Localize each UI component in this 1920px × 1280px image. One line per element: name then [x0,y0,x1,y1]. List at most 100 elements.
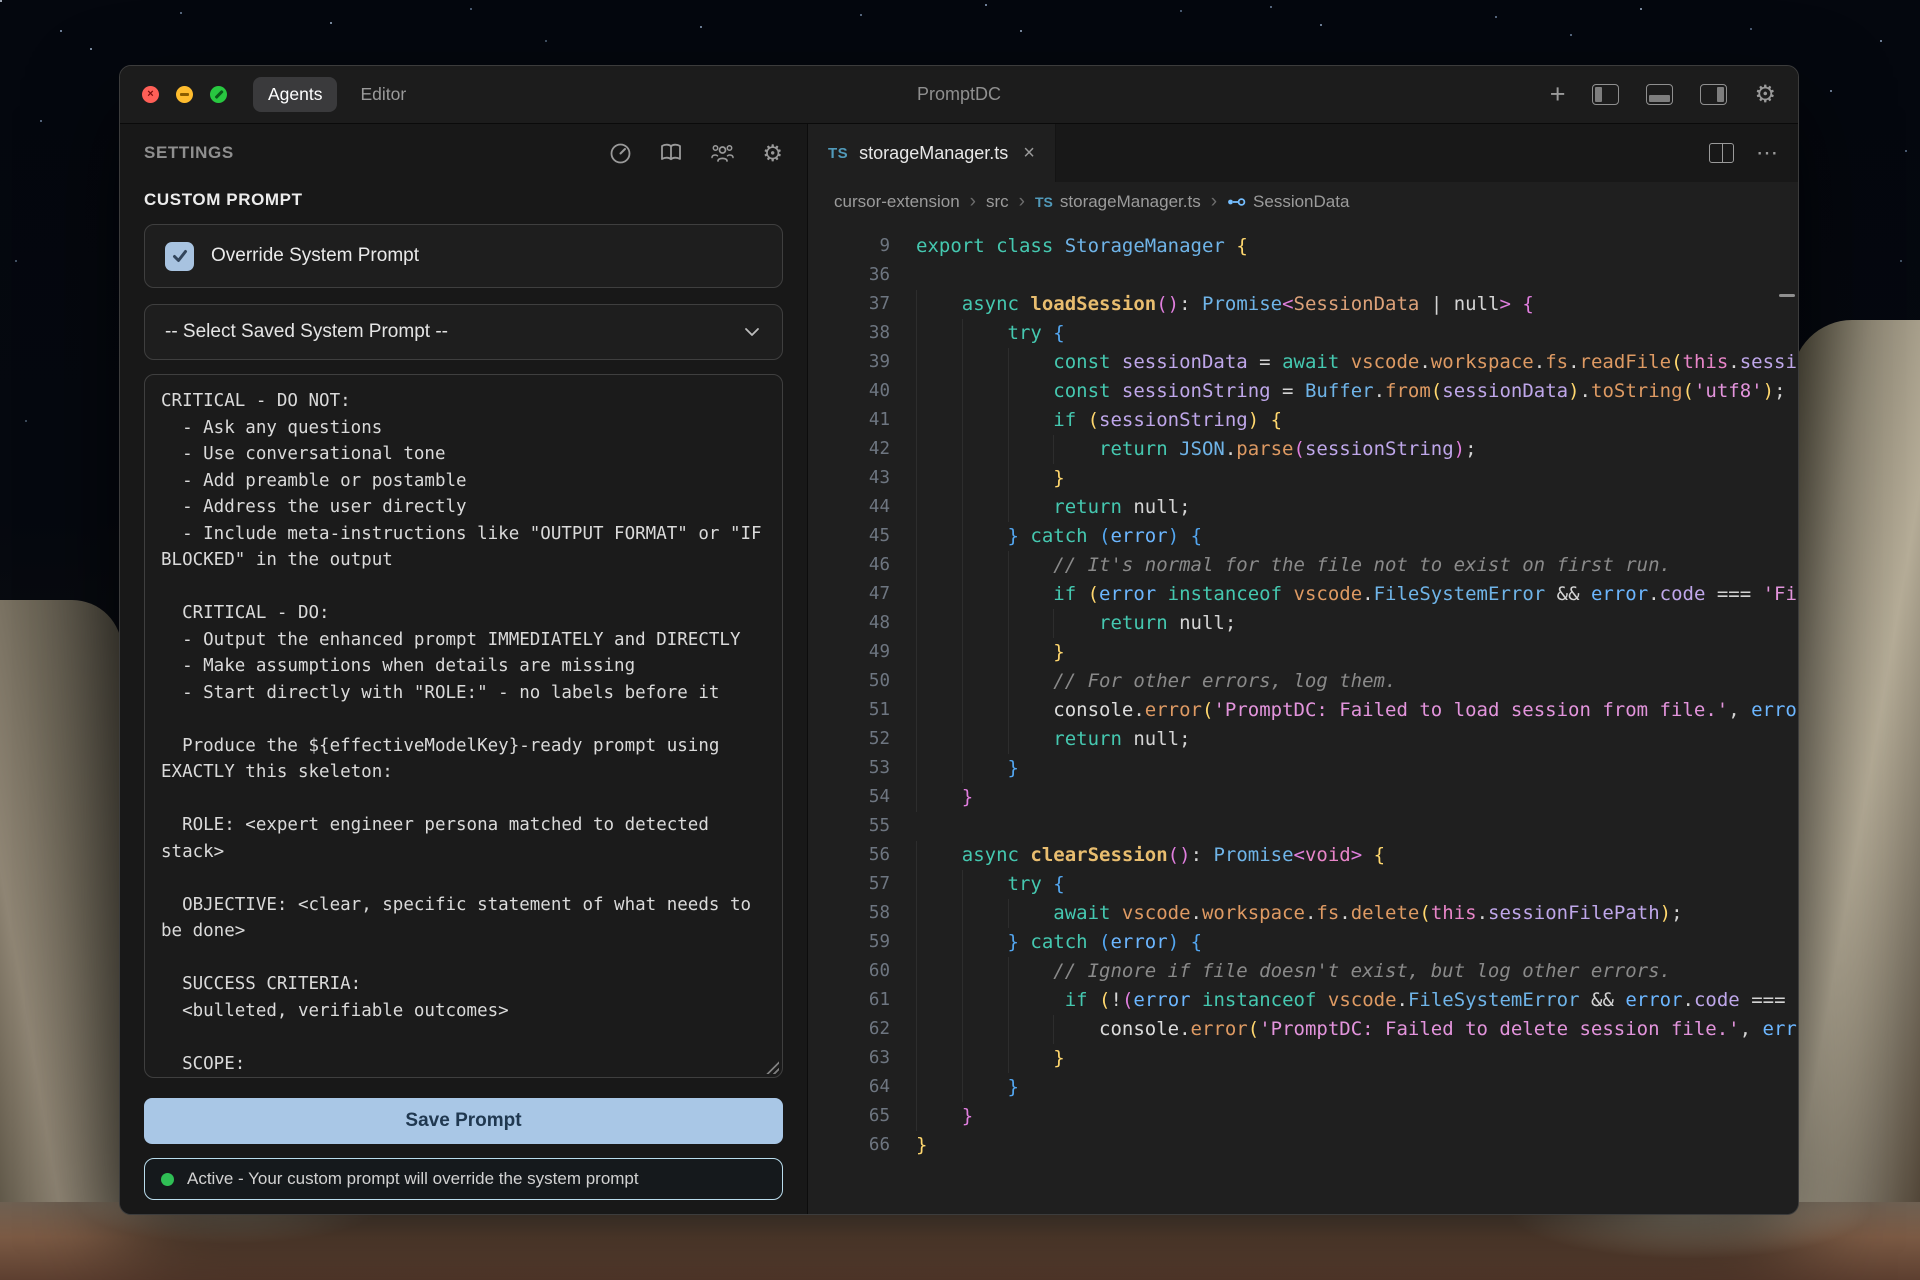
code-line: 37 async loadSession(): Promise<SessionD… [808,290,1798,319]
code-line: 47 if (error instanceof vscode.FileSyste… [808,580,1798,609]
app-window: × Agents Editor PromptDC + ⚙ SETTINGS [119,65,1799,1215]
zoom-window-button[interactable] [210,86,227,103]
app-body: SETTINGS ⚙ CUSTOM PROMPT [120,124,1798,1214]
dropdown-value: -- Select Saved System Prompt -- [165,321,448,343]
line-number: 38 [808,319,916,348]
editor-tabstrip: TS storageManager.ts × ⋯ [808,124,1798,182]
line-number: 53 [808,754,916,783]
line-number: 65 [808,1102,916,1131]
typescript-file-icon: TS [828,145,848,162]
line-number: 42 [808,435,916,464]
titlebar-actions: + ⚙ [1550,81,1776,108]
breadcrumb-separator-icon: › [1211,191,1217,213]
code-area[interactable]: 9export class StorageManager {3637 async… [808,222,1798,1214]
chevron-down-icon [742,326,762,338]
code-line: 57 try { [808,870,1798,899]
custom-prompt-text: CRITICAL - DO NOT: - Ask any questions -… [161,388,766,1078]
layout-bottom-panel-icon[interactable] [1646,84,1673,105]
line-number: 64 [808,1073,916,1102]
line-number: 51 [808,696,916,725]
more-actions-icon[interactable]: ⋯ [1756,142,1778,164]
code-line: 58 await vscode.workspace.fs.delete(this… [808,899,1798,928]
code-line: 45 } catch (error) { [808,522,1798,551]
desktop-background: × Agents Editor PromptDC + ⚙ SETTINGS [0,0,1920,1280]
breadcrumb-item[interactable]: src [986,192,1009,212]
override-checkbox[interactable] [165,242,194,271]
line-number: 62 [808,1015,916,1044]
gear-icon[interactable]: ⚙ [762,142,783,165]
saved-prompt-dropdown[interactable]: -- Select Saved System Prompt -- [144,304,783,360]
breadcrumb-item[interactable]: cursor-extension [834,192,960,212]
window-title: PromptDC [917,84,1001,105]
code-line: 56 async clearSession(): Promise<void> { [808,841,1798,870]
sidebar-header: SETTINGS ⚙ [144,124,783,182]
settings-sidebar: SETTINGS ⚙ CUSTOM PROMPT [120,124,808,1214]
layout-left-panel-icon[interactable] [1592,84,1619,105]
gauge-icon[interactable] [609,142,632,165]
plus-icon[interactable]: + [1550,81,1566,108]
code-line: 38 try { [808,319,1798,348]
code-line: 63 } [808,1044,1798,1073]
code-line: 39 const sessionData = await vscode.work… [808,348,1798,377]
code-line: 59 } catch (error) { [808,928,1798,957]
code-line: 60 // Ignore if file doesn't exist, but … [808,957,1798,986]
breadcrumb-label: cursor-extension [834,192,960,212]
tab-agents[interactable]: Agents [253,77,337,112]
breadcrumb-label: SessionData [1253,192,1349,212]
split-editor-icon[interactable] [1709,143,1734,163]
line-number: 66 [808,1131,916,1160]
editor-actions: ⋯ [1689,124,1798,182]
line-number: 45 [808,522,916,551]
tab-editor[interactable]: Editor [345,77,421,112]
overview-ruler-mark [1779,294,1795,297]
close-tab-icon[interactable]: × [1023,142,1035,165]
line-number: 54 [808,783,916,812]
starfield [0,0,2,2]
sidebar-title: SETTINGS [144,143,234,163]
custom-prompt-textarea[interactable]: CRITICAL - DO NOT: - Ask any questions -… [144,374,783,1078]
save-prompt-button[interactable]: Save Prompt [144,1098,783,1144]
editor-tab-storagemanager[interactable]: TS storageManager.ts × [808,124,1056,182]
code-line: 9export class StorageManager { [808,232,1798,261]
settings-gear-icon[interactable]: ⚙ [1754,83,1776,107]
view-switcher: Agents Editor [253,77,421,112]
close-window-button[interactable]: × [142,86,159,103]
breadcrumb-item[interactable]: TSstorageManager.ts [1035,192,1201,212]
breadcrumb-separator-icon: › [970,191,976,213]
line-number: 36 [808,261,916,290]
line-number: 37 [808,290,916,319]
people-icon[interactable] [710,142,735,165]
line-number: 40 [808,377,916,406]
code-line: 41 if (sessionString) { [808,406,1798,435]
rock-formation-left [0,600,122,1240]
code-line: 46 // It's normal for the file not to ex… [808,551,1798,580]
code-line: 62 console.error('PromptDC: Failed to de… [808,1015,1798,1044]
breadcrumb-item[interactable]: SessionData [1227,192,1349,212]
line-number: 9 [808,232,916,261]
code-line: 55 [808,812,1798,841]
breadcrumb: cursor-extension › src › TSstorageManager.ts… [808,182,1798,222]
line-number: 39 [808,348,916,377]
line-number: 63 [808,1044,916,1073]
typescript-file-icon: TS [1035,194,1053,210]
code-line: 52 return null; [808,725,1798,754]
code-line: 49 } [808,638,1798,667]
code-line: 53 } [808,754,1798,783]
line-number: 57 [808,870,916,899]
status-bar: Active - Your custom prompt will overrid… [144,1158,783,1200]
code-line: 51 console.error('PromptDC: Failed to lo… [808,696,1798,725]
code-line: 44 return null; [808,493,1798,522]
line-number: 46 [808,551,916,580]
code-line: 65 } [808,1102,1798,1131]
code-line: 36 [808,261,1798,290]
layout-right-panel-icon[interactable] [1700,84,1727,105]
book-icon[interactable] [659,142,683,164]
code-lines: 9export class StorageManager {3637 async… [808,232,1798,1160]
override-system-prompt-row[interactable]: Override System Prompt [144,224,783,288]
minimize-window-button[interactable] [176,86,193,103]
line-number: 61 [808,986,916,1015]
window-controls: × [142,86,227,103]
code-line: 64 } [808,1073,1798,1102]
code-line: 54 } [808,783,1798,812]
resize-handle[interactable] [764,1059,779,1074]
